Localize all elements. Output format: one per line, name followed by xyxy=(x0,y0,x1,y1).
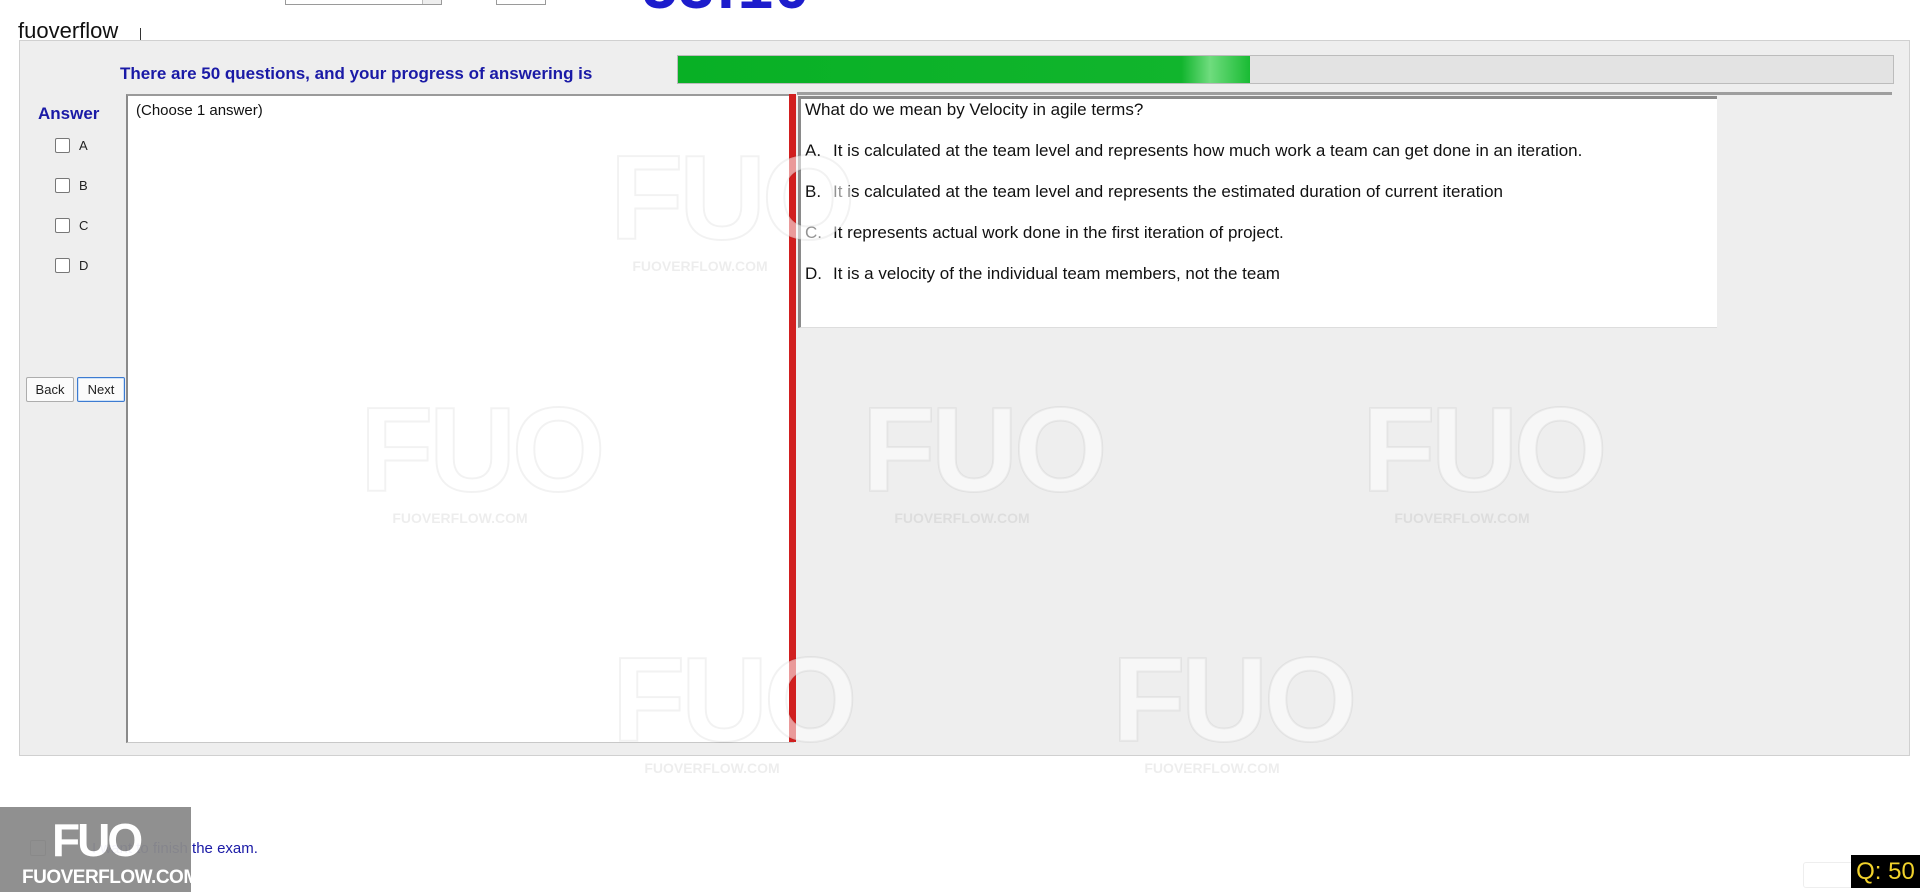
site-logo: FUO FUOVERFLOW.COM xyxy=(0,807,199,892)
progress-label: There are 50 questions, and your progres… xyxy=(120,64,593,83)
back-button[interactable]: Back xyxy=(26,377,74,402)
choice-text: It represents actual work done in the fi… xyxy=(833,223,1284,242)
question-box xyxy=(798,96,1717,328)
checkbox-c[interactable] xyxy=(55,218,70,233)
choice-d: D. It is a velocity of the individual tea… xyxy=(805,264,1280,284)
option-label: D xyxy=(79,258,89,273)
answer-title: Answer xyxy=(38,104,100,123)
choice-letter: C. xyxy=(805,223,822,242)
question-text: What do we mean by Velocity in agile ter… xyxy=(805,100,1144,119)
progress-bar-fill xyxy=(678,56,1251,83)
choice-text: It is calculated at the team level and r… xyxy=(833,141,1583,160)
watermark-site: FUOVERFLOW.COM xyxy=(1144,760,1280,776)
checkbox-a[interactable] xyxy=(55,138,70,153)
logo-mark: FUO xyxy=(52,814,143,866)
answer-option-a[interactable]: A xyxy=(55,138,88,153)
choice-letter: A. xyxy=(805,141,822,160)
logo-wordmark: FUOVERFLOW.COM xyxy=(22,867,199,888)
top-dropdown[interactable] xyxy=(285,0,442,5)
answer-option-c[interactable]: C xyxy=(55,218,88,233)
progress-bar xyxy=(677,55,1894,84)
choice-letter: B. xyxy=(805,182,822,201)
small-field[interactable] xyxy=(1803,862,1853,888)
choice-a: A. It is calculated at the team level and… xyxy=(805,141,1582,161)
watermark-site: FUOVERFLOW.COM xyxy=(644,760,780,776)
choose-hint: (Choose 1 answer) xyxy=(136,102,263,119)
answer-option-d[interactable]: D xyxy=(55,258,88,273)
pane-divider[interactable] xyxy=(789,94,796,742)
choice-b: B. It is calculated at the team level and… xyxy=(805,182,1503,202)
dropdown-arrow[interactable] xyxy=(422,0,441,4)
checkbox-b[interactable] xyxy=(55,178,70,193)
answer-notes-pane[interactable] xyxy=(126,94,794,743)
choice-letter: D. xyxy=(805,264,822,283)
question-counter: Q: 50 xyxy=(1851,855,1920,888)
next-button[interactable]: Next xyxy=(77,377,125,402)
countdown-timer: 53:10 xyxy=(642,0,811,18)
checkbox-d[interactable] xyxy=(55,258,70,273)
choice-c: C. It represents actual work done in the … xyxy=(805,223,1284,243)
answer-option-b[interactable]: B xyxy=(55,178,88,193)
option-label: B xyxy=(79,178,88,193)
top-small-field[interactable] xyxy=(496,0,546,5)
option-label: C xyxy=(79,218,89,233)
choice-text: It is a velocity of the individual team … xyxy=(833,264,1280,283)
choice-text: It is calculated at the team level and r… xyxy=(833,182,1503,201)
option-label: A xyxy=(79,138,88,153)
